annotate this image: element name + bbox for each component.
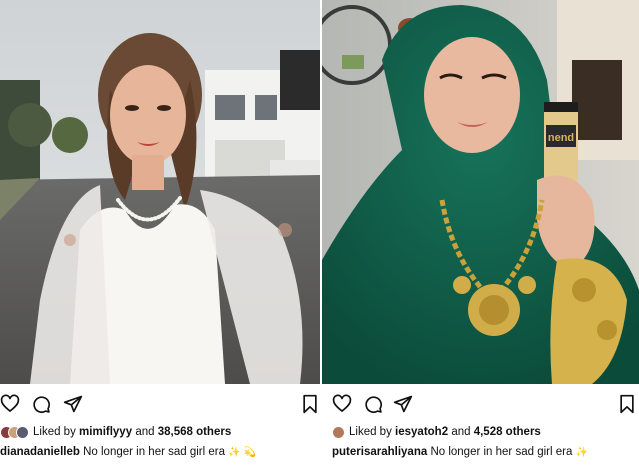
avatar[interactable] — [332, 425, 345, 439]
liked-and-label: and — [135, 426, 155, 438]
svg-text:nend: nend — [548, 132, 574, 144]
bookmark-icon[interactable] — [617, 394, 637, 414]
instagram-post-right: nend Liked by iesyatoh2 and 4,528 others… — [322, 0, 639, 467]
liker-avatars[interactable] — [332, 425, 345, 439]
likes-summary: Liked by iesyatoh2 and 4,528 others — [332, 424, 639, 440]
caption-username[interactable]: puterisarahliyana — [332, 446, 427, 458]
avatar[interactable] — [16, 425, 29, 439]
caption-text: No longer in her sad girl era — [83, 446, 226, 458]
post-caption: dianadanielleb No longer in her sad girl… — [0, 444, 320, 460]
liked-by-label: Liked by — [33, 426, 76, 438]
bookmark-icon[interactable] — [300, 394, 320, 414]
caption-emoji: ✨ — [575, 447, 589, 458]
liked-by-username[interactable]: mimiflyyy — [79, 424, 132, 440]
heart-icon[interactable] — [0, 394, 20, 414]
liked-by-label: Liked by — [349, 426, 392, 438]
instagram-posts-collage: Liked by mimiflyyy and 38,568 others dia… — [0, 0, 639, 467]
caption-username[interactable]: dianadanielleb — [0, 446, 80, 458]
post-actions-bar — [0, 394, 320, 414]
post-actions-bar — [322, 394, 639, 414]
likes-count[interactable]: 4,528 others — [474, 424, 541, 440]
post-photo-woman-white-outfit[interactable] — [0, 0, 320, 384]
heart-icon[interactable] — [332, 394, 352, 414]
share-icon[interactable] — [393, 394, 413, 414]
caption-emoji: ✨ 💫 — [228, 447, 257, 458]
post-caption: puterisarahliyana No longer in her sad g… — [332, 444, 639, 460]
caption-text: No longer in her sad girl era — [430, 446, 573, 458]
likes-count[interactable]: 38,568 others — [158, 424, 232, 440]
liked-by-username[interactable]: iesyatoh2 — [395, 424, 448, 440]
liked-and-label: and — [451, 426, 471, 438]
share-icon[interactable] — [63, 394, 83, 414]
comment-icon[interactable] — [31, 394, 51, 414]
instagram-post-left: Liked by mimiflyyy and 38,568 others dia… — [0, 0, 320, 467]
likes-summary: Liked by mimiflyyy and 38,568 others — [0, 424, 320, 440]
post-photo-woman-green-hijab[interactable]: nend — [322, 0, 639, 384]
liker-avatars[interactable] — [0, 425, 29, 439]
comment-icon[interactable] — [363, 394, 383, 414]
